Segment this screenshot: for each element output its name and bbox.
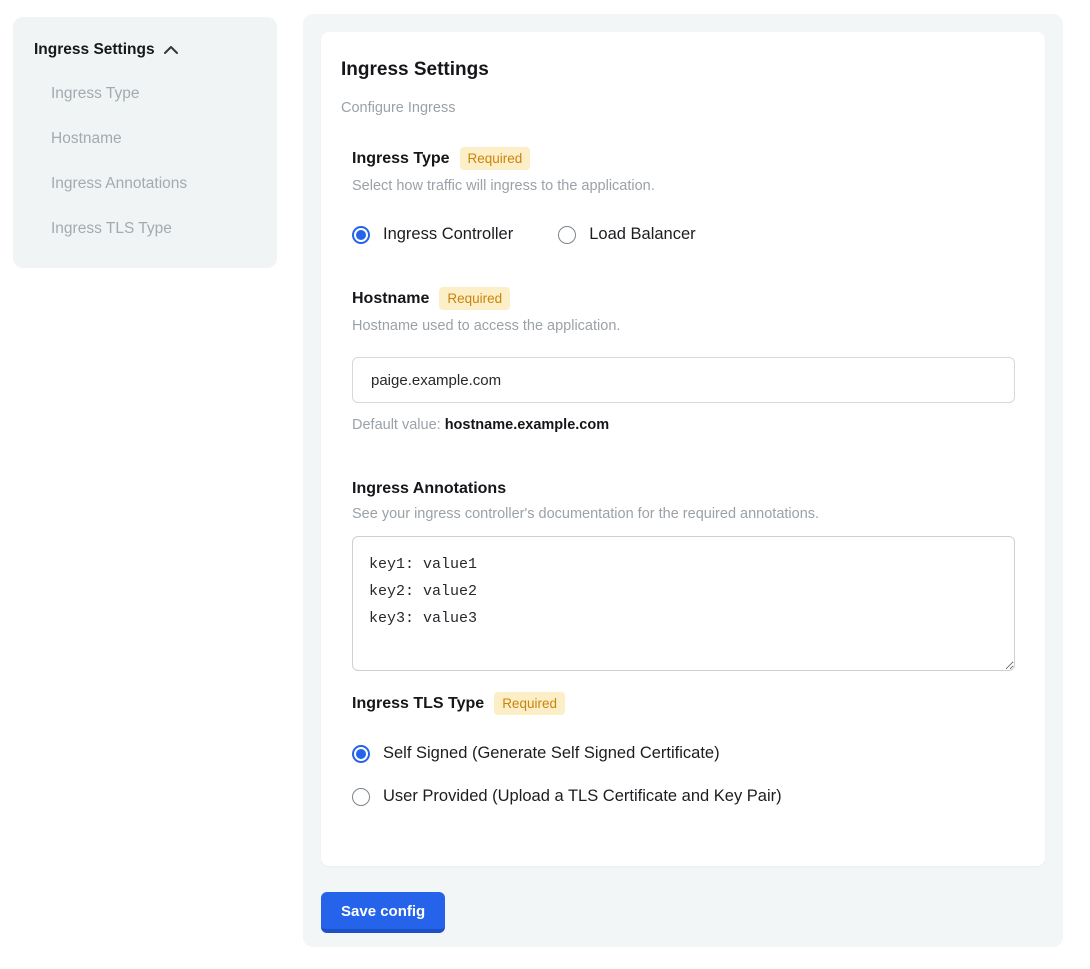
save-row: Save config	[321, 892, 1045, 933]
required-badge: Required	[439, 287, 510, 310]
ingress-type-description: Select how traffic will ingress to the a…	[352, 178, 1015, 194]
settings-sidebar: Ingress Settings Ingress Type Hostname I…	[13, 17, 277, 268]
ingress-annotations-description: See your ingress controller's documentat…	[352, 506, 1015, 522]
radio-unselected-icon	[352, 788, 370, 806]
sidebar-item-ingress-type[interactable]: Ingress Type	[34, 85, 257, 103]
sidebar-section-ingress-settings[interactable]: Ingress Settings	[34, 41, 257, 59]
hostname-default-helper: Default value: hostname.example.com	[352, 417, 1015, 433]
ingress-type-label: Ingress Type	[352, 150, 450, 168]
radio-label: User Provided (Upload a TLS Certificate …	[383, 787, 782, 806]
required-badge: Required	[494, 692, 565, 715]
required-badge: Required	[460, 147, 531, 170]
radio-label: Load Balancer	[589, 225, 695, 244]
sidebar-item-hostname[interactable]: Hostname	[34, 130, 257, 148]
sidebar-item-ingress-annotations[interactable]: Ingress Annotations	[34, 175, 257, 193]
section-hostname: Hostname Required Hostname used to acces…	[341, 287, 1015, 433]
default-value-text: hostname.example.com	[445, 417, 609, 433]
default-value-prefix: Default value:	[352, 417, 445, 433]
radio-ingress-controller[interactable]: Ingress Controller	[352, 225, 513, 244]
ingress-settings-panel: Ingress Settings Configure Ingress Ingre…	[303, 14, 1063, 947]
page-subtitle: Configure Ingress	[341, 100, 1015, 116]
ingress-tls-type-label: Ingress TLS Type	[352, 695, 484, 713]
hostname-input[interactable]	[352, 357, 1015, 403]
section-ingress-tls-type: Ingress TLS Type Required Self Signed (G…	[341, 692, 1015, 806]
ingress-tls-type-radio-group: Self Signed (Generate Self Signed Certif…	[352, 744, 1015, 806]
chevron-up-icon	[164, 41, 178, 59]
radio-load-balancer[interactable]: Load Balancer	[558, 225, 695, 244]
hostname-description: Hostname used to access the application.	[352, 318, 1015, 334]
sidebar-item-ingress-tls-type[interactable]: Ingress TLS Type	[34, 220, 257, 238]
radio-self-signed[interactable]: Self Signed (Generate Self Signed Certif…	[352, 744, 1015, 763]
section-ingress-annotations: Ingress Annotations See your ingress con…	[341, 480, 1015, 671]
page-title: Ingress Settings	[341, 59, 1015, 81]
save-config-button[interactable]: Save config	[321, 892, 445, 933]
radio-selected-icon	[352, 745, 370, 763]
ingress-annotations-textarea[interactable]: key1: value1 key2: value2 key3: value3	[352, 536, 1015, 671]
radio-label: Ingress Controller	[383, 225, 513, 244]
radio-selected-icon	[352, 226, 370, 244]
ingress-settings-card: Ingress Settings Configure Ingress Ingre…	[321, 32, 1045, 866]
ingress-type-radio-group: Ingress Controller Load Balancer	[352, 225, 1015, 244]
ingress-annotations-label: Ingress Annotations	[352, 480, 506, 498]
section-ingress-type: Ingress Type Required Select how traffic…	[341, 147, 1015, 244]
sidebar-section-label: Ingress Settings	[34, 41, 155, 59]
radio-label: Self Signed (Generate Self Signed Certif…	[383, 744, 720, 763]
radio-unselected-icon	[558, 226, 576, 244]
hostname-label: Hostname	[352, 290, 429, 308]
radio-user-provided[interactable]: User Provided (Upload a TLS Certificate …	[352, 787, 1015, 806]
